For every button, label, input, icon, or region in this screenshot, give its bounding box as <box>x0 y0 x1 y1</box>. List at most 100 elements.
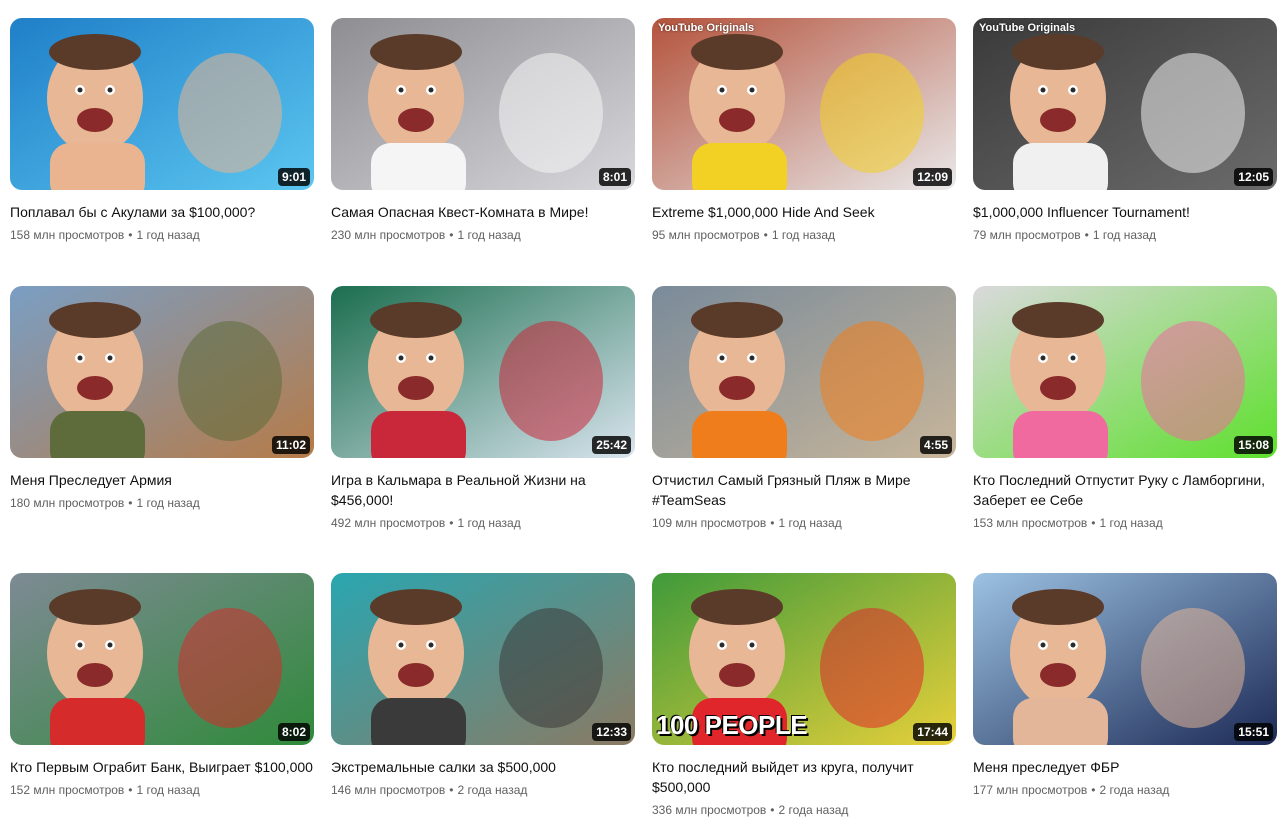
video-card[interactable]: 15:08 Кто Последний Отпустит Руку с Ламбо… <box>973 286 1277 573</box>
video-card[interactable]: YouTube Originals 12:05 $1,000,000 Influen… <box>973 18 1277 286</box>
video-title[interactable]: Экстремальные салки за $500,000 <box>331 757 635 777</box>
separator-dot: • <box>128 783 133 797</box>
video-grid: 9:01 Поплавал бы с Акулами за $100,000? 15… <box>10 18 1277 826</box>
video-title[interactable]: Кто последний выйдет из круга, получит $… <box>652 757 956 797</box>
video-title[interactable]: Игра в Кальмара в Реальной Жизни на $456… <box>331 470 635 510</box>
video-metadata: 79 млн просмотров • 1 год назад <box>973 227 1277 243</box>
upload-age: 1 год назад <box>136 228 200 242</box>
youtube-originals-badge: YouTube Originals <box>979 22 1076 34</box>
video-title[interactable]: Кто Первым Ограбит Банк, Выиграет $100,0… <box>10 757 314 777</box>
view-count: 152 млн просмотров <box>10 783 125 797</box>
upload-age: 1 год назад <box>136 783 200 797</box>
upload-age: 1 год назад <box>771 228 836 242</box>
upload-age: 2 года назад <box>1099 783 1170 797</box>
video-title[interactable]: Меня Преследует Армия <box>10 470 314 490</box>
upload-age: 2 года назад <box>778 803 849 817</box>
video-thumbnail[interactable]: 9:01 <box>10 18 314 190</box>
video-card[interactable]: 8:01 Самая Опасная Квест-Комната в Мире! 2… <box>331 18 635 286</box>
video-metadata: 177 млн просмотров • 2 года назад <box>973 782 1277 798</box>
video-thumbnail[interactable]: 15:51 <box>973 573 1277 745</box>
thumbnail-image <box>973 18 1277 190</box>
video-thumbnail[interactable]: 4:55 <box>652 286 956 458</box>
video-title[interactable]: Кто Последний Отпустит Руку с Ламборгини… <box>973 470 1277 510</box>
view-count: 230 млн просмотров <box>331 228 446 242</box>
view-count: 158 млн просмотров <box>10 228 125 242</box>
video-duration: 11:02 <box>271 436 310 454</box>
video-thumbnail[interactable]: 8:02 <box>10 573 314 745</box>
view-count: 153 млн просмотров <box>973 516 1088 530</box>
video-thumbnail[interactable]: YouTube Originals 12:09 <box>652 18 956 190</box>
video-thumbnail[interactable]: 11:02 <box>10 286 314 458</box>
view-count: 109 млн просмотров <box>652 516 767 530</box>
video-title[interactable]: Extreme $1,000,000 Hide And Seek <box>652 202 956 222</box>
thumbnail-image <box>973 286 1277 458</box>
separator-dot: • <box>770 803 775 817</box>
video-title[interactable]: Самая Опасная Квест-Комната в Мире! <box>331 202 635 222</box>
video-duration: 12:33 <box>592 723 631 741</box>
video-metadata: 336 млн просмотров • 2 года назад <box>652 802 956 818</box>
view-count: 95 млн просмотров <box>652 228 760 242</box>
upload-age: 1 год назад <box>136 496 200 510</box>
video-metadata: 158 млн просмотров • 1 год назад <box>10 227 314 243</box>
separator-dot: • <box>1091 783 1096 797</box>
video-card[interactable]: 8:02 Кто Первым Ограбит Банк, Выиграет $1… <box>10 573 314 826</box>
youtube-originals-badge: YouTube Originals <box>658 22 755 34</box>
video-card[interactable]: 15:51 Меня преследует ФБР 177 млн просмотр… <box>973 573 1277 826</box>
video-card[interactable]: 4:55 Отчистил Самый Грязный Пляж в Мире #… <box>652 286 956 573</box>
video-metadata: 492 млн просмотров • 1 год назад <box>331 515 635 531</box>
video-duration: 8:02 <box>277 723 310 741</box>
separator-dot: • <box>128 228 133 242</box>
video-card[interactable]: 11:02 Меня Преследует Армия 180 млн просмо… <box>10 286 314 573</box>
thumbnail-overlay-text: 100 PEOPLE <box>656 710 808 740</box>
separator-dot: • <box>770 516 775 530</box>
upload-age: 1 год назад <box>778 516 842 530</box>
thumbnail-image <box>331 573 635 745</box>
upload-age: 1 год назад <box>1092 228 1157 242</box>
upload-age: 1 год назад <box>457 516 521 530</box>
view-count: 336 млн просмотров <box>652 803 767 817</box>
video-title[interactable]: Отчистил Самый Грязный Пляж в Мире #Team… <box>652 470 956 510</box>
video-duration: 4:55 <box>919 436 952 454</box>
video-title[interactable]: Поплавал бы с Акулами за $100,000? <box>10 202 314 222</box>
video-card[interactable]: 25:42 Игра в Кальмара в Реальной Жизни на… <box>331 286 635 573</box>
video-metadata: 109 млн просмотров • 1 год назад <box>652 515 956 531</box>
separator-dot: • <box>449 516 454 530</box>
video-duration: 15:08 <box>1234 436 1273 454</box>
thumbnail-image <box>10 286 314 458</box>
upload-age: 1 год назад <box>457 228 521 242</box>
separator-dot: • <box>128 496 133 510</box>
thumbnail-image <box>331 18 635 190</box>
video-thumbnail[interactable]: 25:42 <box>331 286 635 458</box>
view-count: 177 млн просмотров <box>973 783 1088 797</box>
separator-dot: • <box>1091 516 1096 530</box>
thumbnail-image <box>652 286 956 458</box>
video-thumbnail[interactable]: 8:01 <box>331 18 635 190</box>
video-thumbnail[interactable]: YouTube Originals 12:05 <box>973 18 1277 190</box>
video-thumbnail[interactable]: 15:08 <box>973 286 1277 458</box>
video-metadata: 180 млн просмотров • 1 год назад <box>10 495 314 511</box>
view-count: 180 млн просмотров <box>10 496 125 510</box>
video-metadata: 230 млн просмотров • 1 год назад <box>331 227 635 243</box>
video-card[interactable]: 9:01 Поплавал бы с Акулами за $100,000? 15… <box>10 18 314 286</box>
video-metadata: 153 млн просмотров • 1 год назад <box>973 515 1277 531</box>
video-duration: 17:44 <box>913 723 952 741</box>
upload-age: 2 года назад <box>457 783 528 797</box>
view-count: 492 млн просмотров <box>331 516 446 530</box>
video-duration: 25:42 <box>592 436 631 454</box>
video-card[interactable]: YouTube Originals 12:09 Extreme $1,000,000… <box>652 18 956 286</box>
upload-age: 1 год назад <box>1099 516 1163 530</box>
view-count: 146 млн просмотров <box>331 783 446 797</box>
thumbnail-image <box>10 18 314 190</box>
video-thumbnail[interactable]: 100 PEOPLE 17:44 <box>652 573 956 745</box>
separator-dot: • <box>449 783 454 797</box>
video-card[interactable]: 12:33 Экстремальные салки за $500,000 146 … <box>331 573 635 826</box>
video-card[interactable]: 100 PEOPLE 17:44 Кто последний выйдет из к… <box>652 573 956 826</box>
separator-dot: • <box>763 228 768 242</box>
video-duration: 9:01 <box>277 168 310 186</box>
video-title[interactable]: Меня преследует ФБР <box>973 757 1277 777</box>
separator-dot: • <box>449 228 454 242</box>
video-title[interactable]: $1,000,000 Influencer Tournament! <box>973 202 1277 222</box>
video-duration: 12:09 <box>913 168 952 186</box>
video-thumbnail[interactable]: 12:33 <box>331 573 635 745</box>
video-duration: 15:51 <box>1234 723 1273 741</box>
